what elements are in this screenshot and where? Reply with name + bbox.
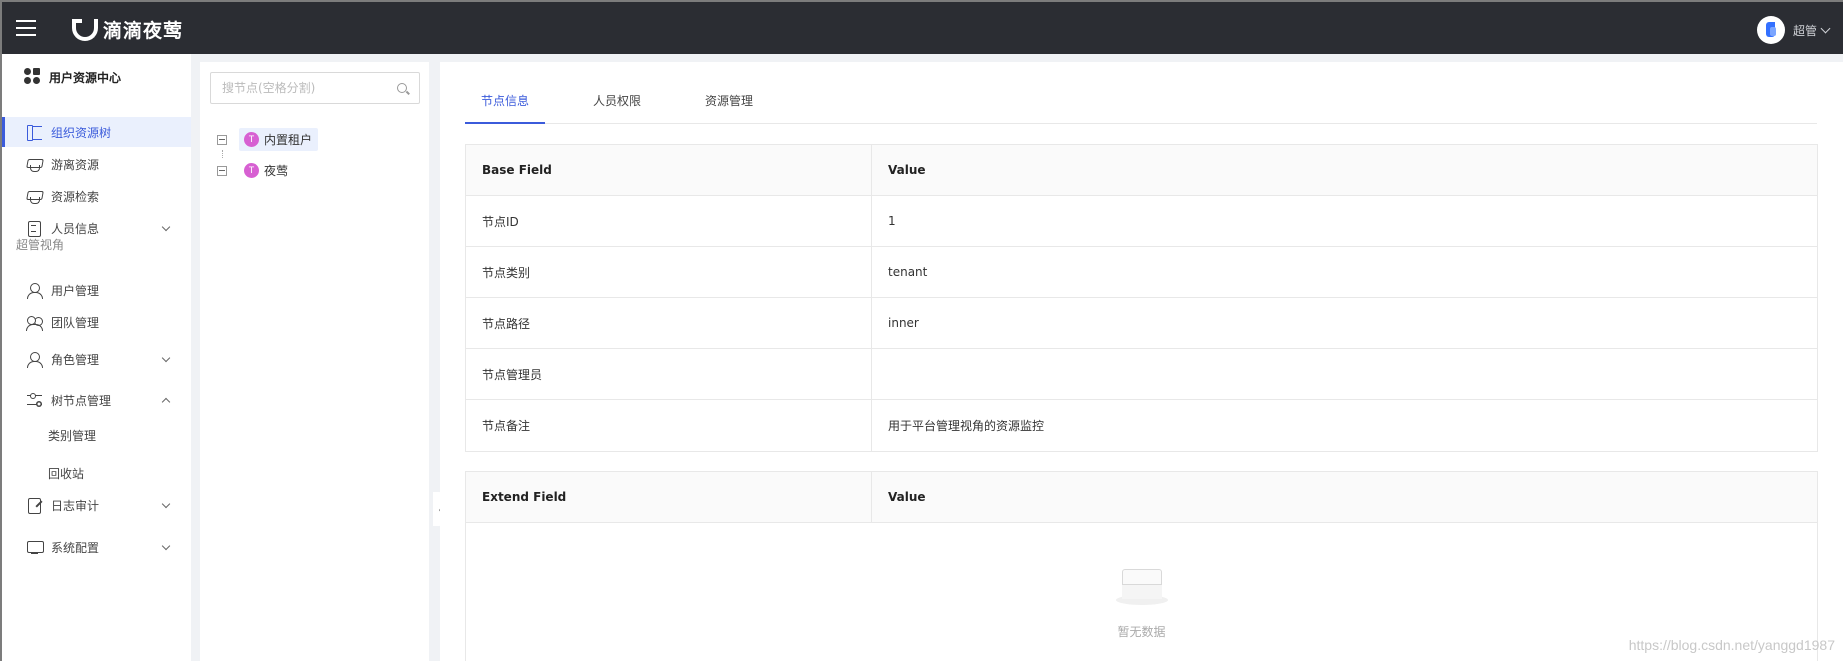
field-value — [872, 349, 1817, 399]
empty-inbox-icon — [1116, 569, 1168, 605]
tree-node-label: 内置租户 — [264, 133, 313, 147]
team-icon — [26, 314, 43, 331]
field-value: 用于平台管理视角的资源监控 — [888, 419, 1045, 433]
table-row: 节点路径 inner — [466, 298, 1817, 349]
section-label: 超管视角 — [16, 238, 65, 252]
cap-icon — [26, 156, 43, 173]
sidebar-item-org-tree[interactable]: 组织资源树 — [2, 117, 191, 147]
column-header: Base Field — [466, 145, 872, 195]
chevron-down-icon — [161, 541, 171, 550]
sidebar-item-label: 游离资源 — [51, 157, 100, 172]
sidebar-item-tree-nodes[interactable]: 树节点管理 — [2, 385, 191, 415]
table-header-row: Base Field Value — [466, 145, 1817, 196]
empty-text: 暂无数据 — [1117, 625, 1166, 639]
sidebar-item-roles[interactable]: 角色管理 — [2, 344, 191, 374]
table-row: 节点备注 用于平台管理视角的资源监控 — [466, 400, 1817, 451]
sidebar-item-audit-log[interactable]: 日志审计 — [2, 490, 191, 520]
sidebar-item-label: 组织资源树 — [51, 125, 112, 140]
field-name: 节点路径 — [466, 298, 872, 348]
table-row: 节点管理员 — [466, 349, 1817, 400]
didi-logo-icon — [72, 18, 98, 41]
tenant-badge-icon: T — [244, 163, 259, 178]
field-name: 节点类别 — [466, 247, 872, 297]
sidebar-item-label: 系统配置 — [51, 540, 100, 555]
field-value: 1 — [888, 214, 896, 228]
field-value: inner — [888, 316, 919, 330]
avatar — [1756, 16, 1785, 44]
user-name: 超管 — [1792, 23, 1817, 38]
brand-name: 滴滴夜莺 — [103, 20, 184, 42]
field-name: 节点管理员 — [466, 349, 872, 399]
sidebar: 用户资源中心 组织资源树 游离资源 资源检索 人员信息 超管视角 用户管理 团队… — [2, 54, 191, 661]
sidebar-item-label: 日志审计 — [51, 498, 100, 513]
tree-panel: T 内置租户 T 夜莺 — [200, 62, 429, 661]
field-name: 节点ID — [466, 196, 872, 246]
sidebar-item-label: 团队管理 — [51, 315, 100, 330]
brand-logo[interactable]: 滴滴夜莺 — [72, 16, 183, 43]
sidebar-item-label: 角色管理 — [51, 352, 100, 367]
column-header: Value — [888, 163, 926, 177]
chevron-down-icon — [161, 353, 171, 362]
watermark: https://blog.csdn.net/yanggd1987 — [1628, 637, 1835, 653]
sidebar-subitem-categories[interactable]: 类别管理 — [48, 427, 96, 444]
tree-node[interactable]: T 夜莺 — [217, 159, 294, 182]
person-edit-icon — [26, 351, 43, 368]
tenant-badge-icon: T — [244, 132, 259, 147]
column-header: Extend Field — [466, 472, 872, 522]
base-field-table: Base Field Value 节点ID 1 节点类别 tenant 节点路径… — [465, 144, 1818, 452]
chevron-down-icon — [161, 499, 171, 508]
sliders-icon — [26, 392, 43, 409]
user-menu[interactable]: 超管 — [1756, 16, 1831, 44]
sidebar-item-label: 树节点管理 — [51, 393, 112, 408]
table-row: 节点ID 1 — [466, 196, 1817, 247]
tab-node-info[interactable]: 节点信息 — [465, 86, 546, 124]
collapse-icon[interactable] — [217, 134, 227, 145]
tree-node-title[interactable]: T 夜莺 — [239, 159, 294, 182]
tree-connector — [222, 150, 223, 158]
cap-search-icon — [26, 188, 43, 205]
collapse-icon[interactable] — [217, 165, 227, 176]
empty-state: 暂无数据 — [466, 523, 1817, 661]
search-icon[interactable] — [397, 83, 407, 93]
chevron-up-icon — [161, 397, 171, 406]
column-header: Value — [888, 490, 926, 504]
chevron-down-icon — [161, 222, 171, 231]
person-icon — [26, 282, 43, 299]
extend-field-table: Extend Field Value 暂无数据 — [465, 471, 1818, 661]
sidebar-item-resource-search[interactable]: 资源检索 — [2, 181, 191, 211]
sidebar-item-label: 资源检索 — [51, 189, 100, 204]
tab-permissions[interactable]: 人员权限 — [577, 86, 657, 124]
chevron-down-icon — [1820, 23, 1831, 33]
tab-bar: 节点信息 人员权限 资源管理 — [465, 86, 1817, 124]
menu-icon[interactable] — [16, 20, 36, 36]
sidebar-item-label: 人员信息 — [51, 221, 100, 236]
sidebar-subitem-recycle-bin[interactable]: 回收站 — [48, 465, 84, 482]
sidebar-item-users[interactable]: 用户管理 — [2, 275, 191, 305]
field-name: 节点备注 — [466, 400, 872, 451]
sidebar-title: 用户资源中心 — [49, 70, 122, 85]
table-row: 节点类别 tenant — [466, 247, 1817, 298]
sidebar-header: 用户资源中心 — [24, 68, 121, 86]
tab-resources[interactable]: 资源管理 — [689, 86, 769, 124]
tree-node-title[interactable]: T 内置租户 — [239, 128, 319, 151]
doc-icon — [26, 220, 43, 237]
table-header-row: Extend Field Value — [466, 472, 1817, 523]
edit-icon — [26, 497, 43, 514]
tree-search-input[interactable] — [210, 72, 420, 104]
apps-icon — [24, 68, 42, 86]
tree-node[interactable]: T 内置租户 — [217, 128, 319, 151]
sidebar-item-free-resources[interactable]: 游离资源 — [2, 149, 191, 179]
sidebar-item-teams[interactable]: 团队管理 — [2, 307, 191, 337]
tree-node-label: 夜莺 — [264, 164, 289, 178]
main-content: 节点信息 人员权限 资源管理 Base Field Value 节点ID 1 节… — [440, 62, 1843, 661]
sidebar-item-label: 用户管理 — [51, 283, 100, 298]
sidebar-item-system-config[interactable]: 系统配置 — [2, 532, 191, 562]
top-header: 滴滴夜莺 超管 — [2, 2, 1843, 54]
monitor-icon — [26, 539, 44, 556]
tree-icon — [26, 124, 43, 141]
field-value: tenant — [888, 265, 928, 279]
